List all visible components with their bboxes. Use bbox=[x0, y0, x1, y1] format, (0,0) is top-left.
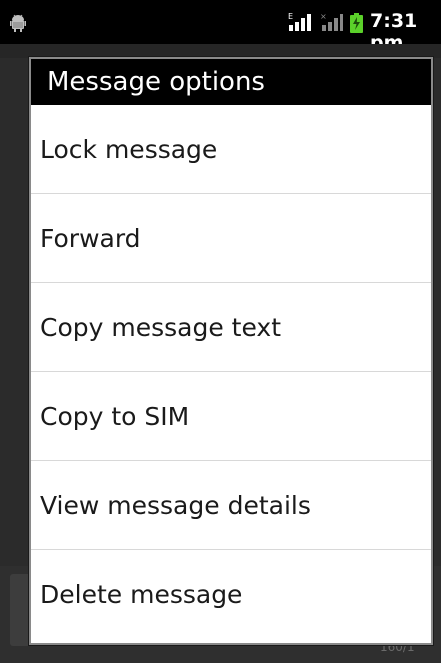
options-list: Lock message Forward Copy message text C… bbox=[31, 105, 431, 639]
status-bar: E × 7:31 pm bbox=[0, 0, 441, 54]
battery-charging-icon bbox=[350, 13, 363, 33]
signal-edge-icon: E bbox=[288, 12, 311, 31]
option-lock-message[interactable]: Lock message bbox=[31, 105, 431, 194]
option-view-message-details[interactable]: View message details bbox=[31, 461, 431, 550]
option-forward[interactable]: Forward bbox=[31, 194, 431, 283]
message-options-dialog: Message options Lock message Forward Cop… bbox=[29, 57, 433, 645]
background-header bbox=[0, 44, 441, 58]
svg-text:E: E bbox=[288, 12, 293, 21]
dialog-title: Message options bbox=[31, 59, 431, 105]
signal-no-sim-icon: × bbox=[320, 12, 343, 31]
option-copy-to-sim[interactable]: Copy to SIM bbox=[31, 372, 431, 461]
svg-text:×: × bbox=[320, 12, 327, 21]
option-copy-message-text[interactable]: Copy message text bbox=[31, 283, 431, 372]
android-debug-icon bbox=[10, 14, 26, 32]
option-delete-message[interactable]: Delete message bbox=[31, 550, 431, 639]
